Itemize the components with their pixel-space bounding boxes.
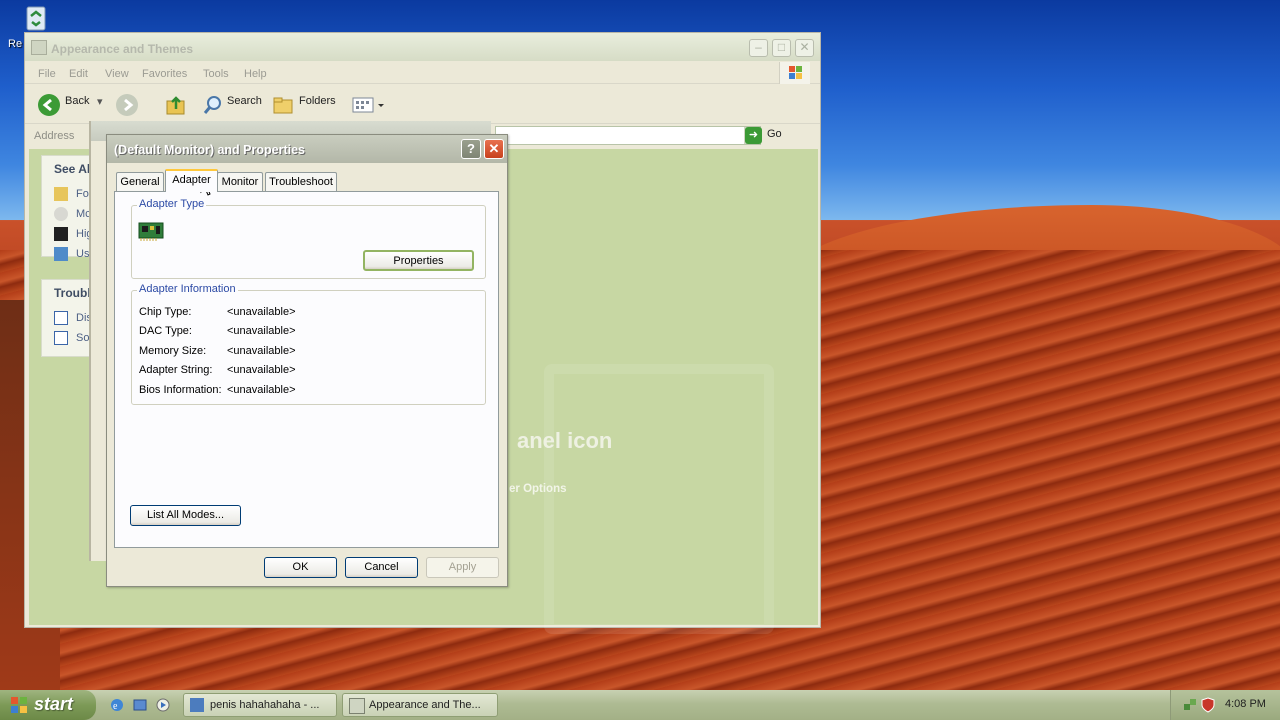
cancel-button[interactable]: Cancel xyxy=(345,557,418,578)
ok-button[interactable]: OK xyxy=(264,557,337,578)
dialog-title: (Default Monitor) and Properties xyxy=(114,143,305,157)
internet-explorer-icon[interactable]: e xyxy=(109,697,125,713)
security-shield-icon[interactable] xyxy=(1201,697,1215,713)
help-question-icon xyxy=(54,311,68,325)
bios-information-label: Bios Information: xyxy=(139,384,222,396)
taskbar-task-appearance-themes[interactable]: Appearance and The... xyxy=(342,693,498,717)
folder-options-link[interactable]: er Options xyxy=(509,483,567,495)
maximize-button[interactable]: □ xyxy=(772,39,791,57)
adapter-type-legend: Adapter Type xyxy=(137,198,207,210)
list-all-modes-button[interactable]: List All Modes... xyxy=(130,505,241,526)
system-tray: 4:08 PM xyxy=(1170,690,1280,720)
search-icon[interactable] xyxy=(202,94,224,116)
taskbar-task-label: Appearance and The... xyxy=(369,699,481,711)
folders-icon[interactable] xyxy=(272,94,294,116)
control-panel-icon xyxy=(349,698,365,714)
properties-button[interactable]: Properties xyxy=(363,250,474,271)
minimize-button[interactable]: – xyxy=(749,39,768,57)
explorer-titlebar[interactable]: Appearance and Themes – □ ✕ xyxy=(25,33,820,61)
go-button[interactable]: ➜ Go xyxy=(745,127,782,144)
control-panel-icon xyxy=(31,40,47,55)
recycle-bin-label[interactable]: Re xyxy=(8,38,22,50)
back-arrow-icon[interactable] xyxy=(38,94,60,116)
start-button[interactable]: start xyxy=(0,690,96,720)
help-question-icon xyxy=(54,331,68,345)
adapter-information-group: Adapter Information Chip Type: <unavaila… xyxy=(131,283,486,405)
adapter-tab-panel: Adapter Type Properties Adapter Informat… xyxy=(114,191,499,548)
recycle-bin-icon[interactable] xyxy=(22,4,50,32)
address-label: Address xyxy=(34,130,75,142)
taskbar: start e penis hahahahaha - ... Appearanc… xyxy=(0,690,1280,720)
folders-button[interactable]: Folders xyxy=(299,95,336,107)
dac-type-label: DAC Type: xyxy=(139,325,192,337)
menu-bar: File Edit View Favorites Tools Help xyxy=(25,63,820,84)
high-contrast-icon xyxy=(54,227,68,241)
network-icon[interactable] xyxy=(1183,698,1197,712)
adapter-type-group: Adapter Type Properties xyxy=(131,198,486,279)
menu-edit[interactable]: Edit xyxy=(69,68,88,80)
menu-help[interactable]: Help xyxy=(244,68,267,80)
back-dropdown-icon[interactable]: ▾ xyxy=(97,95,103,108)
explorer-title: Appearance and Themes xyxy=(51,42,194,56)
memory-size-label: Memory Size: xyxy=(139,345,207,357)
views-icon[interactable] xyxy=(351,96,385,114)
svg-text:e: e xyxy=(113,701,118,712)
back-button[interactable]: Back xyxy=(65,95,89,107)
windows-logo-icon xyxy=(11,697,27,713)
adapter-string-value: <unavailable> xyxy=(227,364,296,376)
toolbar: Back ▾ Search Folders xyxy=(25,85,820,124)
address-field[interactable] xyxy=(495,126,761,145)
explorer-close-button[interactable]: ✕ xyxy=(795,39,814,57)
dac-type-value: <unavailable> xyxy=(227,325,296,337)
fonts-folder-icon xyxy=(54,187,68,201)
tab-troubleshoot[interactable]: Troubleshoot xyxy=(265,172,337,191)
menu-favorites[interactable]: Favorites xyxy=(142,68,187,80)
bios-information-value: <unavailable> xyxy=(227,384,296,396)
dialog-close-button[interactable]: ✕ xyxy=(484,139,504,159)
tab-general[interactable]: General xyxy=(116,172,164,191)
menu-view[interactable]: View xyxy=(105,68,129,80)
clock[interactable]: 4:08 PM xyxy=(1225,698,1266,710)
user-accounts-icon xyxy=(54,247,68,261)
taskbar-task-label: penis hahahahaha - ... xyxy=(210,699,320,711)
start-label: start xyxy=(34,694,74,714)
help-button[interactable]: ? xyxy=(461,139,481,159)
apply-button[interactable]: Apply xyxy=(426,557,499,578)
menu-file[interactable]: File xyxy=(38,68,56,80)
forward-arrow-icon[interactable] xyxy=(116,94,138,116)
taskbar-task-document[interactable]: penis hahahahaha - ... xyxy=(183,693,337,717)
dialog-titlebar[interactable]: (Default Monitor) and Properties ? ✕ xyxy=(107,135,507,163)
pick-control-panel-heading: anel icon xyxy=(517,428,613,453)
search-button[interactable]: Search xyxy=(227,95,262,107)
window-icon xyxy=(190,698,204,712)
show-desktop-icon[interactable] xyxy=(132,697,148,713)
control-panel-watermark-icon xyxy=(544,364,774,634)
chip-type-value: <unavailable> xyxy=(227,306,296,318)
up-folder-icon[interactable] xyxy=(165,94,187,116)
tab-adapter[interactable]: Adapter xyxy=(165,169,218,192)
tab-monitor[interactable]: Monitor xyxy=(217,172,263,191)
go-arrow-icon[interactable]: ➜ xyxy=(745,127,762,144)
menu-tools[interactable]: Tools xyxy=(203,68,229,80)
memory-size-value: <unavailable> xyxy=(227,345,296,357)
mouse-icon xyxy=(54,207,68,221)
monitor-properties-dialog: (Default Monitor) and Properties ? ✕ Gen… xyxy=(106,134,508,587)
media-player-icon[interactable] xyxy=(155,697,171,713)
go-label: Go xyxy=(767,128,782,140)
adapter-string-label: Adapter String: xyxy=(139,364,213,376)
windows-flag-icon xyxy=(779,62,810,84)
chip-type-label: Chip Type: xyxy=(139,306,192,318)
adapter-information-legend: Adapter Information xyxy=(137,283,238,295)
adapter-card-icon xyxy=(138,222,164,241)
